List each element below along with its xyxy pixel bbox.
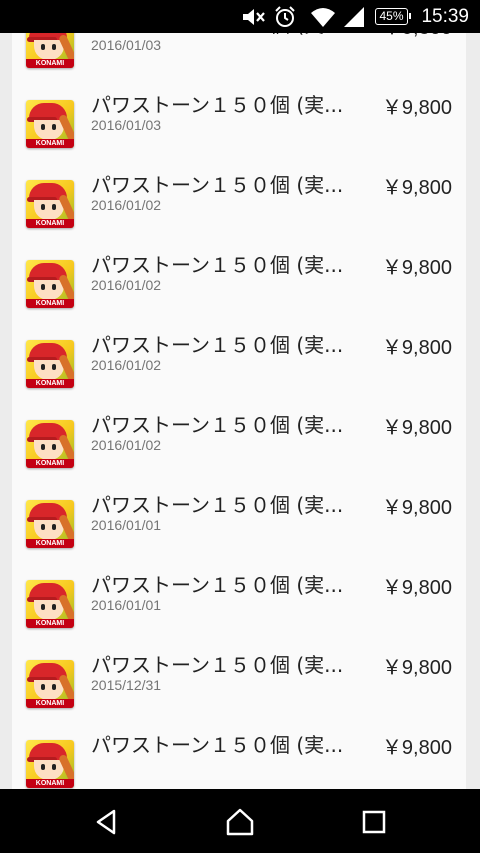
app-icon: KONAMI xyxy=(26,580,74,628)
battery-level: 45% xyxy=(379,9,404,23)
purchase-date: 2016/01/02 xyxy=(91,197,162,213)
battery-icon: 45% xyxy=(375,8,411,25)
app-icon-brand: KONAMI xyxy=(26,299,74,308)
purchase-date: 2016/01/02 xyxy=(91,277,162,293)
purchase-history-list[interactable]: KONAMIパワストーン１５０個 (実...2016/01/03￥9,800KO… xyxy=(0,33,480,789)
app-icon-brand: KONAMI xyxy=(26,459,74,468)
purchase-date: 2016/01/01 xyxy=(91,597,162,613)
mute-icon xyxy=(243,9,265,25)
item-title: パワストーン１５０個 (実... xyxy=(91,253,344,277)
signal-icon xyxy=(344,7,364,27)
item-title: パワストーン１５０個 (実... xyxy=(91,173,344,197)
item-price: ￥9,800 xyxy=(381,337,452,359)
purchase-date: 2015/12/31 xyxy=(91,677,162,693)
item-title: パワストーン１５０個 (実... xyxy=(91,573,344,597)
alarm-icon xyxy=(275,6,295,27)
item-title: パワストーン１５０個 (実... xyxy=(91,493,344,517)
purchase-date: 2016/01/01 xyxy=(91,517,162,533)
item-title: パワストーン１５０個 (実... xyxy=(91,653,344,677)
purchase-row[interactable]: KONAMI パワストーン１５０個 (実... 2016/01/02 ￥9,800 xyxy=(12,404,466,484)
wifi-icon xyxy=(311,8,335,27)
app-icon: KONAMI xyxy=(26,740,74,788)
back-icon[interactable] xyxy=(92,807,122,837)
app-icon-brand: KONAMI xyxy=(26,139,74,148)
app-icon: KONAMI xyxy=(26,420,74,468)
item-title: パワストーン１５０個 (実... xyxy=(91,733,344,757)
navigation-bar xyxy=(0,789,480,853)
purchase-date: 2016/01/03 xyxy=(91,117,162,133)
app-icon-brand: KONAMI xyxy=(26,779,74,788)
app-icon-brand: KONAMI xyxy=(26,219,74,228)
app-icon-brand: KONAMI xyxy=(26,59,74,68)
app-icon: KONAMI xyxy=(26,180,74,228)
purchase-date: 2016/01/03 xyxy=(91,37,162,53)
purchase-row[interactable]: KONAMI パワストーン１５０個 (実... ￥9,800 xyxy=(12,724,466,789)
purchase-row[interactable]: KONAMI パワストーン１５０個 (実...2016/01/03 ￥9,800 xyxy=(12,84,466,164)
item-price: ￥9,800 xyxy=(381,657,452,679)
item-price: ￥9,800 xyxy=(381,577,452,599)
app-icon: KONAMI xyxy=(26,660,74,708)
app-icon-brand: KONAMI xyxy=(26,699,74,708)
app-icon: KONAMI xyxy=(26,100,74,148)
app-icon: KONAMI xyxy=(26,500,74,548)
app-icon: KONAMI xyxy=(26,260,74,308)
clock: 15:39 xyxy=(421,6,469,27)
app-icon-brand: KONAMI xyxy=(26,379,74,388)
item-price: ￥9,800 xyxy=(381,97,452,119)
status-bar: 45% 15:39 xyxy=(0,0,480,33)
home-icon[interactable] xyxy=(225,807,255,837)
purchase-date: 2016/01/02 xyxy=(91,437,162,453)
purchase-date: 2016/01/02 xyxy=(91,357,162,373)
item-price: ￥9,800 xyxy=(382,33,452,40)
purchase-row[interactable]: KONAMIパワストーン１５０個 (実...2016/01/03￥9,800 xyxy=(12,33,466,84)
purchase-row[interactable]: KONAMI パワストーン１５０個 (実... 2016/01/02 ￥9,800 xyxy=(12,244,466,324)
item-price: ￥9,800 xyxy=(381,257,452,279)
item-title: パワストーン１５０個 (実... xyxy=(91,333,344,357)
app-icon: KONAMI xyxy=(26,33,74,68)
purchase-row[interactable]: KONAMI パワストーン１５０個 (実... 2016/01/02 ￥9,800 xyxy=(12,164,466,244)
purchase-row[interactable]: KONAMI パワストーン１５０個 (実... 2015/12/31 ￥9,800 xyxy=(12,644,466,724)
purchase-row[interactable]: KONAMI パワストーン１５０個 (実... 2016/01/02 ￥9,800 xyxy=(12,324,466,404)
app-icon: KONAMI xyxy=(26,340,74,388)
recents-icon[interactable] xyxy=(359,807,389,837)
app-icon-brand: KONAMI xyxy=(26,539,74,548)
item-price: ￥9,800 xyxy=(381,737,452,759)
item-price: ￥9,800 xyxy=(381,497,452,519)
purchase-row[interactable]: KONAMI パワストーン１５０個 (実... 2016/01/01 ￥9,800 xyxy=(12,484,466,564)
purchase-card: KONAMIパワストーン１５０個 (実...2016/01/03￥9,800KO… xyxy=(12,33,466,789)
item-title: パワストーン１５０個 (実... xyxy=(91,93,344,117)
item-price: ￥9,800 xyxy=(381,177,452,199)
item-title: パワストーン１５０個 (実... xyxy=(91,413,344,437)
purchase-row[interactable]: KONAMI パワストーン１５０個 (実... 2016/01/01 ￥9,800 xyxy=(12,564,466,644)
item-price: ￥9,800 xyxy=(381,417,452,439)
app-icon-brand: KONAMI xyxy=(26,619,74,628)
